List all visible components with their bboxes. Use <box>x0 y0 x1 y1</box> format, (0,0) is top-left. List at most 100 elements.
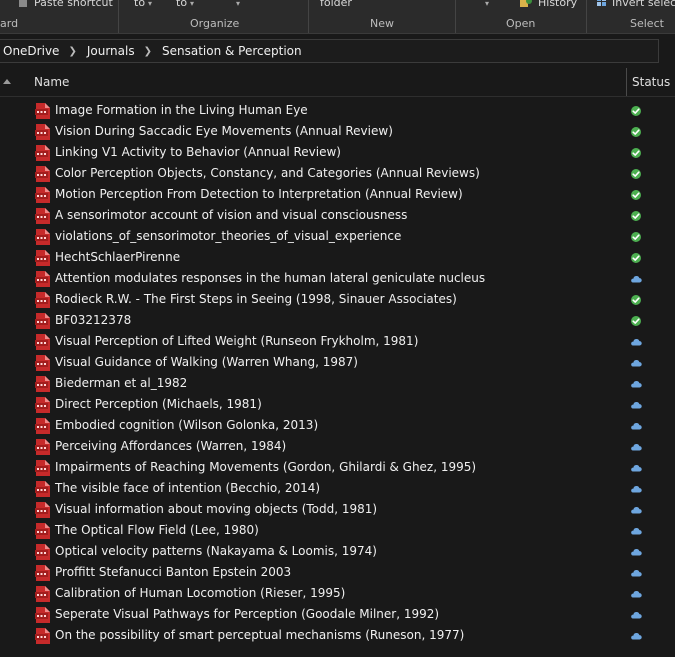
file-row[interactable]: violations_of_sensorimotor_theories_of_v… <box>0 226 675 247</box>
file-name: Seperate Visual Pathways for Perception … <box>55 607 440 621</box>
file-row[interactable]: Direct Perception (Michaels, 1981) <box>0 394 675 415</box>
cloud-icon <box>631 380 642 388</box>
ribbon-divider <box>586 0 587 33</box>
file-row[interactable]: Color Perception Objects, Constancy, and… <box>0 163 675 184</box>
file-name: Biederman et al_1982 <box>55 376 188 390</box>
file-name: Color Perception Objects, Constancy, and… <box>55 166 480 180</box>
file-row[interactable]: Linking V1 Activity to Behavior (Annual … <box>0 142 675 163</box>
pdf-file-icon <box>35 313 50 329</box>
file-row[interactable]: Rodieck R.W. - The First Steps in Seeing… <box>0 289 675 310</box>
cloud-icon <box>631 422 642 430</box>
file-name: Visual Guidance of Walking (Warren Whang… <box>55 355 358 369</box>
file-row[interactable]: Vision During Saccadic Eye Movements (An… <box>0 121 675 142</box>
chevron-down-icon: ▾ <box>485 0 490 8</box>
chevron-down-icon: ▾ <box>148 0 153 8</box>
file-name: Motion Perception From Detection to Inte… <box>55 187 463 201</box>
synced-check-icon <box>631 190 641 200</box>
breadcrumb-onedrive[interactable]: OneDrive <box>0 44 61 58</box>
invert-selection-icon <box>597 0 606 6</box>
file-row[interactable]: Embodied cognition (Wilson Golonka, 2013… <box>0 415 675 436</box>
cloud-icon <box>631 275 642 283</box>
move-to-button[interactable]: to ▾ <box>134 0 152 10</box>
address-bar[interactable]: OneDrive ❯ Journals ❯ Sensation & Percep… <box>0 39 659 63</box>
file-row[interactable]: A sensorimotor account of vision and vis… <box>0 205 675 226</box>
ribbon-group-clipboard: ard <box>0 17 19 30</box>
file-row[interactable]: Biederman et al_1982 <box>0 373 675 394</box>
pdf-file-icon <box>35 565 50 581</box>
file-name: Linking V1 Activity to Behavior (Annual … <box>55 145 341 159</box>
pdf-file-icon <box>35 355 50 371</box>
breadcrumb-current-folder[interactable]: Sensation & Perception <box>159 44 304 58</box>
cloud-icon <box>631 611 642 619</box>
new-item-dropdown[interactable]: ▾ <box>482 0 489 10</box>
column-header-status[interactable]: Status <box>632 75 670 89</box>
cloud-icon <box>631 590 642 598</box>
file-row[interactable]: Optical velocity patterns (Nakayama & Lo… <box>0 541 675 562</box>
cloud-icon <box>631 569 642 577</box>
file-row[interactable]: The Optical Flow Field (Lee, 1980) <box>0 520 675 541</box>
file-row[interactable]: Visual Guidance of Walking (Warren Whang… <box>0 352 675 373</box>
file-row[interactable]: On the possibility of smart perceptual m… <box>0 625 675 646</box>
paste-shortcut-button[interactable]: Paste shortcut <box>18 0 113 10</box>
file-row[interactable]: The visible face of intention (Becchio, … <box>0 478 675 499</box>
file-row[interactable]: Perceiving Affordances (Warren, 1984) <box>0 436 675 457</box>
file-row[interactable]: Calibration of Human Locomotion (Rieser,… <box>0 583 675 604</box>
file-name: Image Formation in the Living Human Eye <box>55 103 308 117</box>
pdf-file-icon <box>35 481 50 497</box>
history-icon <box>520 0 532 7</box>
file-name: A sensorimotor account of vision and vis… <box>55 208 408 222</box>
pdf-file-icon <box>35 166 50 182</box>
file-row[interactable]: Seperate Visual Pathways for Perception … <box>0 604 675 625</box>
synced-check-icon <box>631 106 641 116</box>
scroll-up-arrow-icon[interactable] <box>3 77 11 85</box>
synced-check-icon <box>631 148 641 158</box>
pdf-file-icon <box>35 544 50 560</box>
file-list: Image Formation in the Living Human Eye V… <box>0 100 675 646</box>
cloud-icon <box>631 485 642 493</box>
file-name: Calibration of Human Locomotion (Rieser,… <box>55 586 346 600</box>
cloud-icon <box>631 548 642 556</box>
file-row[interactable]: Proffitt Stefanucci Banton Epstein 2003 <box>0 562 675 583</box>
pdf-file-icon <box>35 523 50 539</box>
column-header-name[interactable]: Name <box>34 75 69 89</box>
file-row[interactable]: HechtSchlaerPirenne <box>0 247 675 268</box>
ribbon-divider <box>308 0 309 33</box>
synced-check-icon <box>631 232 641 242</box>
synced-check-icon <box>631 295 641 305</box>
file-row[interactable]: Attention modulates responses in the hum… <box>0 268 675 289</box>
chevron-right-icon[interactable]: ❯ <box>137 46 159 57</box>
delete-dropdown-button[interactable]: ▾ <box>233 0 240 10</box>
file-name: BF03212378 <box>55 313 132 327</box>
file-row[interactable]: BF03212378 <box>0 310 675 331</box>
pdf-file-icon <box>35 103 50 119</box>
invert-selection-button[interactable]: Invert select <box>597 0 675 10</box>
cloud-icon <box>631 359 642 367</box>
chevron-right-icon[interactable]: ❯ <box>61 46 83 57</box>
file-row[interactable]: Impairments of Reaching Movements (Gordo… <box>0 457 675 478</box>
pdf-file-icon <box>35 292 50 308</box>
copy-to-button[interactable]: to ▾ <box>176 0 194 10</box>
synced-check-icon <box>631 211 641 221</box>
pdf-file-icon <box>35 145 50 161</box>
pdf-file-icon <box>35 502 50 518</box>
ribbon-group-select: Select <box>630 17 664 30</box>
file-name: Direct Perception (Michaels, 1981) <box>55 397 262 411</box>
file-row[interactable]: Visual information about moving objects … <box>0 499 675 520</box>
history-button[interactable]: History <box>520 0 577 10</box>
file-name: On the possibility of smart perceptual m… <box>55 628 465 642</box>
ribbon-group-organize: Organize <box>190 17 240 30</box>
file-row[interactable]: Motion Perception From Detection to Inte… <box>0 184 675 205</box>
pdf-file-icon <box>35 607 50 623</box>
file-name: Impairments of Reaching Movements (Gordo… <box>55 460 477 474</box>
file-row[interactable]: Visual Perception of Lifted Weight (Runs… <box>0 331 675 352</box>
synced-check-icon <box>631 127 641 137</box>
file-name: HechtSchlaerPirenne <box>55 250 181 264</box>
file-name: Optical velocity patterns (Nakayama & Lo… <box>55 544 377 558</box>
pdf-file-icon <box>35 628 50 644</box>
pdf-file-icon <box>35 334 50 350</box>
pdf-file-icon <box>35 124 50 140</box>
new-folder-button[interactable]: folder <box>320 0 352 10</box>
breadcrumb-journals[interactable]: Journals <box>84 44 137 58</box>
column-divider[interactable] <box>626 68 627 96</box>
file-row[interactable]: Image Formation in the Living Human Eye <box>0 100 675 121</box>
